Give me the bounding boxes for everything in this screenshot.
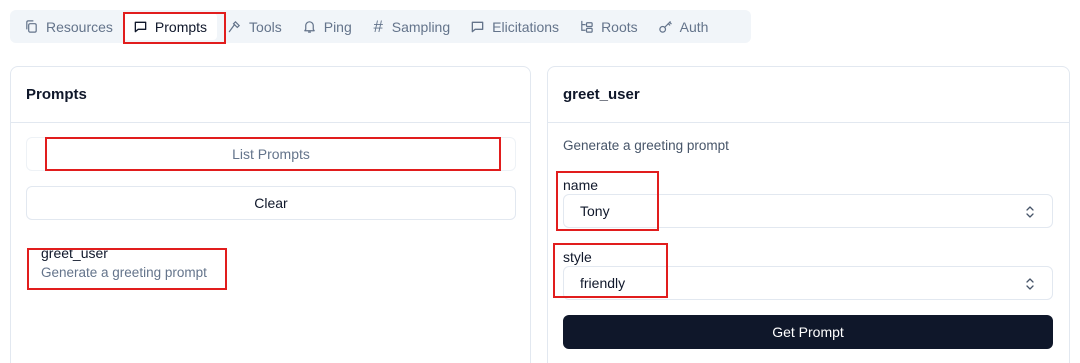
message-square-icon [134,21,147,33]
tab-label: Roots [601,18,638,35]
clear-button[interactable]: Clear [26,186,516,220]
tab-prompts[interactable]: Prompts [122,13,218,40]
name-value: Tony [580,203,610,219]
style-select[interactable]: friendly [563,266,1053,300]
prompt-description: Generate a greeting prompt [563,138,729,153]
panel-title: Prompts [11,67,530,123]
tab-label: Elicitations [492,18,560,35]
file-copy-icon [26,20,37,33]
hash-icon: # [373,17,383,36]
tab-elicitations[interactable]: Elicitations [460,13,569,40]
prompt-list-item[interactable]: greet_user Generate a greeting prompt [41,245,207,283]
tab-roots[interactable]: Roots [569,13,648,40]
prompt-description: Generate a greeting prompt [41,265,207,280]
tab-label: Prompts [154,18,208,35]
tab-bar: Resources Prompts Tools Ping # Sampling … [10,10,751,43]
prompts-panel: Prompts List Prompts Clear greet_user Ge… [10,66,531,363]
bell-icon [303,21,315,33]
tab-label: Sampling [391,18,451,35]
hammer-icon [228,20,241,33]
message-square-icon [471,21,484,33]
chevrons-up-down-icon [1026,206,1034,218]
prompt-detail-panel: greet_user Generate a greeting prompt na… [547,66,1070,363]
tab-tools[interactable]: Tools [217,13,292,40]
folder-tree-icon [581,20,593,33]
tab-label: Resources [46,18,113,35]
name-label: name [563,177,599,193]
chevrons-up-down-icon [1026,278,1034,290]
style-label: style [563,249,592,265]
key-icon [658,21,672,33]
style-value: friendly [580,275,626,291]
tab-label: Tools [249,18,282,35]
tab-sampling[interactable]: # Sampling [362,13,460,40]
tab-ping[interactable]: Ping [292,13,362,40]
get-prompt-button[interactable]: Get Prompt [563,315,1053,349]
tab-label: Ping [323,18,352,35]
tab-auth[interactable]: Auth [648,13,719,40]
tab-resources[interactable]: Resources [14,13,123,40]
panel-title: greet_user [548,67,1069,123]
name-select[interactable]: Tony [563,194,1053,228]
list-prompts-button[interactable]: List Prompts [26,137,516,171]
tab-label: Auth [679,18,709,35]
prompt-name: greet_user [41,245,108,261]
